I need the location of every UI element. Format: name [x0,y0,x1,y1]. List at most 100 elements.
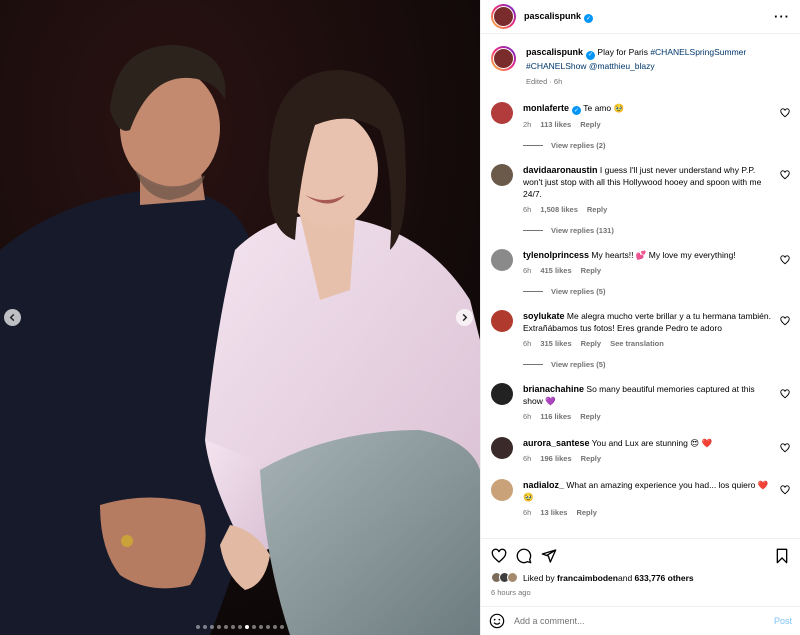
divider [523,291,543,292]
comment-username[interactable]: nadialoz_ [523,480,564,490]
divider [523,145,543,146]
comment-likes[interactable]: 113 likes [540,119,571,131]
see-translation-button[interactable]: See translation [610,338,664,350]
post-header: pascalispunk ✓ ··· [481,0,800,34]
reply-button[interactable]: Reply [580,411,600,423]
post-media[interactable] [0,0,480,635]
avatar[interactable] [491,310,513,332]
comment: aurora_santese You and Lux are stunning … [491,437,790,465]
comment-time: 6h [523,508,532,517]
liker-avatars [491,572,518,583]
like-comment-heart-icon[interactable] [780,389,790,399]
comment-time: 6h [523,266,532,275]
reply-button[interactable]: Reply [580,119,600,131]
carousel-next-button[interactable] [456,309,473,326]
post-caption: pascalispunk ✓ Play for Paris #CHANELSpri… [491,46,790,88]
chevron-left-icon [9,313,15,322]
avatar[interactable] [491,249,513,271]
author-avatar-ring[interactable] [491,4,516,29]
caption-text: Play for Paris [597,47,651,57]
view-replies-button[interactable]: View replies (131) [523,226,790,235]
comment-likes[interactable]: 1,508 likes [540,204,578,216]
carousel-dot [238,625,242,629]
comment-username[interactable]: davidaaronaustin [523,165,598,175]
comment-input[interactable] [514,616,774,626]
comment-username[interactable]: tylenolprincess [523,250,589,260]
liked-by-prefix: Liked by [523,572,555,583]
comment-username[interactable]: monlaferte [523,103,569,113]
reply-button[interactable]: Reply [581,265,601,277]
carousel-dot [252,625,256,629]
view-replies-button[interactable]: View replies (5) [523,287,790,296]
post-photo [0,0,480,635]
comment-likes[interactable]: 116 likes [540,411,571,423]
like-comment-heart-icon[interactable] [780,485,790,495]
comment-username[interactable]: soylukate [523,311,565,321]
avatar[interactable] [491,101,513,124]
verified-badge-icon: ✓ [572,106,582,115]
others-count[interactable]: 633,776 others [635,573,694,583]
author-avatar-ring[interactable] [491,46,516,71]
comment-text: My hearts!! 💕 My love my everything! [591,250,736,260]
comment: brianachahine So many beautiful memories… [491,383,790,423]
reply-button[interactable]: Reply [581,453,601,465]
carousel-dot [259,625,263,629]
share-icon[interactable] [541,548,557,564]
comment-likes[interactable]: 315 likes [540,338,571,350]
view-replies-label: View replies (5) [551,287,606,296]
view-replies-button[interactable]: View replies (2) [523,141,790,150]
verified-badge-icon: ✓ [584,13,594,23]
carousel-dot [245,625,249,629]
avatar[interactable] [491,164,513,186]
comment-likes[interactable]: 13 likes [540,507,567,519]
comment-icon[interactable] [516,548,532,564]
like-comment-heart-icon[interactable] [780,255,790,265]
carousel-prev-button[interactable] [4,309,21,326]
comment-likes[interactable]: 415 likes [540,265,571,277]
avatar[interactable] [491,479,513,501]
carousel-dot [231,625,235,629]
author-username[interactable]: pascalispunk [524,11,581,21]
view-replies-label: View replies (5) [551,360,606,369]
avatar[interactable] [491,383,513,405]
like-comment-heart-icon[interactable] [780,443,790,453]
reply-button[interactable]: Reply [587,204,607,216]
post-comment-button[interactable]: Post [774,616,792,626]
heart-icon[interactable] [491,548,507,564]
reply-button[interactable]: Reply [581,338,601,350]
like-comment-heart-icon[interactable] [780,170,790,180]
divider [523,364,543,365]
reply-button[interactable]: Reply [576,507,596,519]
comment-username[interactable]: brianachahine [523,384,584,394]
comment-likes[interactable]: 196 likes [540,453,571,465]
caption-username[interactable]: pascalispunk [526,47,583,57]
likes-summary[interactable]: Liked by francaimboden and 633,776 other… [491,572,790,583]
verified-badge-icon: ✓ [586,50,596,60]
comment-composer: Post [481,606,800,635]
emoji-icon[interactable] [489,613,505,629]
avatar [493,48,514,69]
comment-time: 2h [523,120,532,129]
carousel-dot [273,625,277,629]
view-replies-label: View replies (131) [551,226,614,235]
author-name-wrap[interactable]: pascalispunk ✓ [524,11,594,23]
comment: monlaferte ✓ Te amo 🥹 2h 113 likes Reply [491,101,790,132]
more-options-icon[interactable]: ··· [774,10,790,23]
like-comment-heart-icon[interactable] [780,316,790,326]
liked-by-user[interactable]: francaimboden [557,573,618,583]
view-replies-label: View replies (2) [551,141,606,150]
comment-time: 6h [523,339,532,348]
avatar[interactable] [491,437,513,459]
carousel-dot [266,625,270,629]
comment-username[interactable]: aurora_santese [523,438,590,448]
comment-text: You and Lux are stunning 😍 ❤️ [591,438,713,448]
comments-list[interactable]: pascalispunk ✓ Play for Paris #CHANELSpri… [481,34,800,538]
view-replies-button[interactable]: View replies (5) [523,360,790,369]
carousel-dot [280,625,284,629]
carousel-dot [224,625,228,629]
divider [523,230,543,231]
like-comment-heart-icon[interactable] [780,107,790,118]
carousel-dot [210,625,214,629]
bookmark-icon[interactable] [774,548,790,564]
comment-text: Te amo 🥹 [583,102,625,113]
